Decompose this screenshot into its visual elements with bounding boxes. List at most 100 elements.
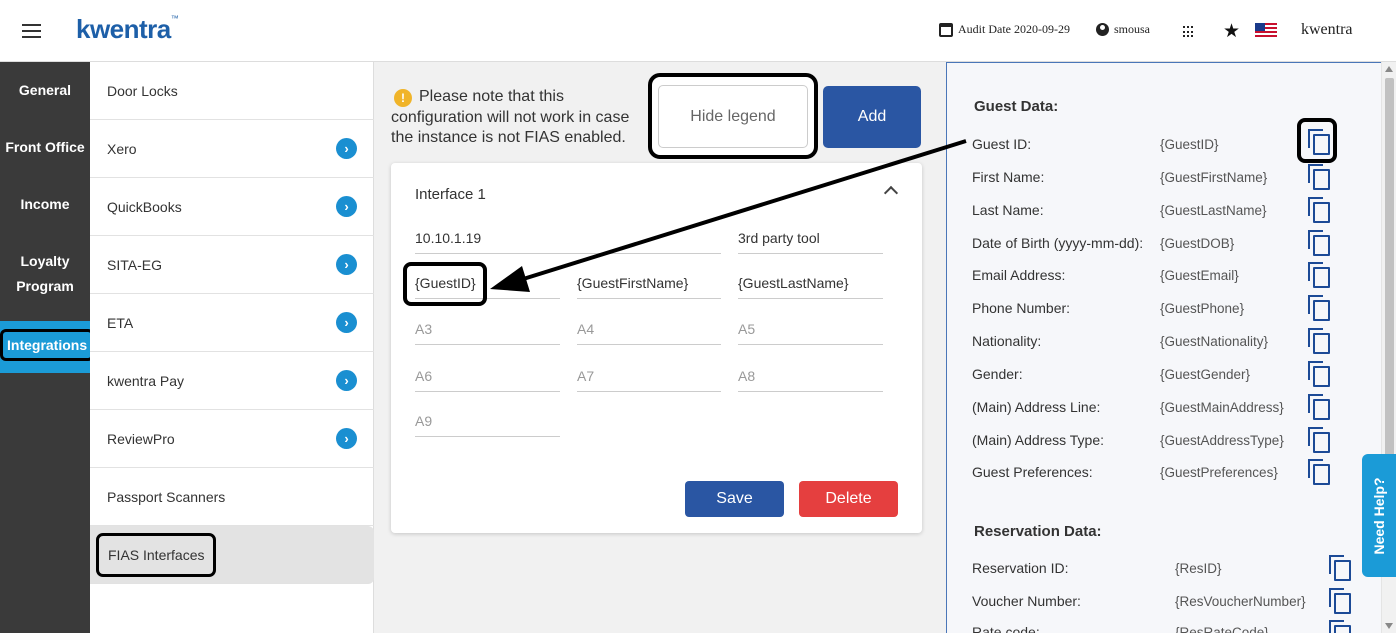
copy-icon[interactable] (1329, 588, 1351, 614)
add-button[interactable]: Add (823, 86, 921, 148)
legend-value: {GuestLastName} (1160, 203, 1267, 218)
field-value: {GuestFirstName} (577, 275, 689, 291)
legend-label: Rate code: (972, 624, 1040, 633)
copy-icon[interactable] (1329, 620, 1351, 633)
legend-value: {GuestPhone} (1160, 301, 1245, 316)
brand-name: kwentra (1301, 21, 1353, 38)
subnav-eta[interactable]: ETA › (90, 294, 374, 352)
legend-value: {GuestFirstName} (1160, 170, 1268, 185)
subnav-label: QuickBooks (107, 199, 182, 215)
copy-icon[interactable] (1308, 262, 1330, 288)
legend-value: {GuestGender} (1160, 367, 1251, 382)
chevron-right-icon[interactable]: › (336, 254, 357, 275)
save-button[interactable]: Save (685, 481, 784, 517)
field-a7[interactable]: A7 (577, 364, 721, 392)
tool-name-value: 3rd party tool (738, 230, 820, 246)
copy-icon[interactable] (1308, 295, 1330, 321)
guest-id-highlight (403, 262, 487, 306)
field-a2[interactable]: {GuestLastName} (738, 271, 883, 299)
legend-value: {GuestAddressType} (1160, 433, 1284, 448)
chevron-right-icon[interactable]: › (336, 138, 357, 159)
nav-loyalty-label-2: Program (16, 278, 74, 294)
copy-icon[interactable] (1308, 164, 1330, 190)
chevron-right-icon[interactable]: › (336, 370, 357, 391)
subnav-xero[interactable]: Xero › (90, 120, 374, 178)
audit-date[interactable]: Audit Date 2020-09-29 (939, 22, 1070, 37)
subnav-quickbooks[interactable]: QuickBooks › (90, 178, 374, 236)
logo[interactable]: kwentra™ (76, 14, 179, 45)
copy-icon[interactable] (1308, 197, 1330, 223)
field-a6[interactable]: A6 (415, 364, 560, 392)
field-a1[interactable]: {GuestFirstName} (577, 271, 721, 299)
field-placeholder: A7 (577, 368, 595, 384)
copy-icon[interactable] (1308, 459, 1330, 485)
chevron-right-icon[interactable]: › (336, 428, 357, 449)
legend-label: Reservation ID: (972, 560, 1069, 576)
copy-icon[interactable] (1308, 328, 1330, 354)
copy-icon[interactable] (1308, 230, 1330, 256)
field-placeholder: A6 (415, 368, 433, 384)
legend-value: {GuestEmail} (1160, 268, 1239, 283)
legend-label: Voucher Number: (972, 593, 1081, 609)
legend-label: First Name: (972, 169, 1045, 185)
user-menu[interactable]: smousa (1096, 22, 1150, 37)
interface-card (391, 163, 922, 533)
subnav-sita-eg[interactable]: SITA-EG › (90, 236, 374, 294)
scroll-down-icon[interactable] (1385, 623, 1393, 629)
field-a4[interactable]: A4 (577, 317, 721, 345)
hamburger-menu-icon[interactable] (22, 24, 41, 38)
field-placeholder: A9 (415, 413, 433, 429)
nav-integrations[interactable]: Integrations (0, 321, 95, 373)
nav-income-label: Income (20, 196, 70, 212)
subnav-passport-scanners[interactable]: Passport Scanners (90, 468, 374, 526)
legend-label: Guest Preferences: (972, 464, 1093, 480)
field-a8[interactable]: A8 (738, 364, 883, 392)
field-placeholder: A3 (415, 321, 433, 337)
nav-income[interactable]: Income (0, 192, 90, 217)
legend-label: Date of Birth (yyyy-mm-dd): (972, 235, 1144, 251)
subnav-label: kwentra Pay (107, 373, 185, 389)
nav-front-office[interactable]: Front Office (0, 135, 90, 160)
hide-legend-button[interactable]: Hide legend (658, 85, 808, 148)
field-a9[interactable]: A9 (415, 409, 560, 437)
subnav-label: FIAS Interfaces (96, 533, 217, 577)
nav-front-office-label: Front Office (5, 139, 85, 155)
legend-value: {GuestDOB} (1160, 236, 1235, 251)
copy-icon[interactable] (1329, 555, 1351, 581)
us-flag-icon[interactable] (1255, 23, 1277, 38)
field-value: {GuestLastName} (738, 275, 849, 291)
legend-value: {ResRateCode} (1175, 625, 1269, 633)
nav-loyalty-program[interactable]: Loyalty Program (0, 249, 90, 299)
chevron-right-icon[interactable]: › (336, 196, 357, 217)
subnav-kwentra-pay[interactable]: kwentra Pay › (90, 352, 374, 410)
tool-name-field[interactable]: 3rd party tool (738, 226, 883, 254)
nav-loyalty-label-1: Loyalty (20, 253, 70, 269)
delete-button[interactable]: Delete (799, 481, 898, 517)
field-a3[interactable]: A3 (415, 317, 560, 345)
nav-general[interactable]: General (0, 78, 90, 103)
legend-label: Last Name: (972, 202, 1044, 218)
field-placeholder: A8 (738, 368, 756, 384)
star-icon[interactable]: ★ (1223, 20, 1240, 43)
copy-icon[interactable] (1308, 361, 1330, 387)
apps-grid-icon[interactable] (1183, 26, 1195, 38)
logo-tm: ™ (170, 14, 179, 23)
legend-label: Guest ID: (972, 136, 1032, 152)
subnav-door-locks[interactable]: Door Locks (90, 62, 374, 120)
legend-value: {GuestMainAddress} (1160, 400, 1284, 415)
nav-integrations-label: Integrations (0, 329, 95, 361)
legend-label: Nationality: (972, 333, 1042, 349)
ip-address-field[interactable]: 10.10.1.19 (415, 226, 721, 254)
field-placeholder: A4 (577, 321, 595, 337)
field-a5[interactable]: A5 (738, 317, 883, 345)
legend-value: {ResVoucherNumber} (1175, 594, 1306, 609)
user-icon (1096, 23, 1109, 36)
subnav-fias-interfaces[interactable]: FIAS Interfaces (90, 526, 374, 584)
need-help-button[interactable]: Need Help? (1362, 454, 1396, 577)
subnav-reviewpro[interactable]: ReviewPro › (90, 410, 374, 468)
chevron-right-icon[interactable]: › (336, 312, 357, 333)
scroll-up-icon[interactable] (1385, 66, 1393, 72)
copy-icon[interactable] (1308, 427, 1330, 453)
scroll-thumb[interactable] (1385, 78, 1394, 498)
copy-icon[interactable] (1308, 394, 1330, 420)
